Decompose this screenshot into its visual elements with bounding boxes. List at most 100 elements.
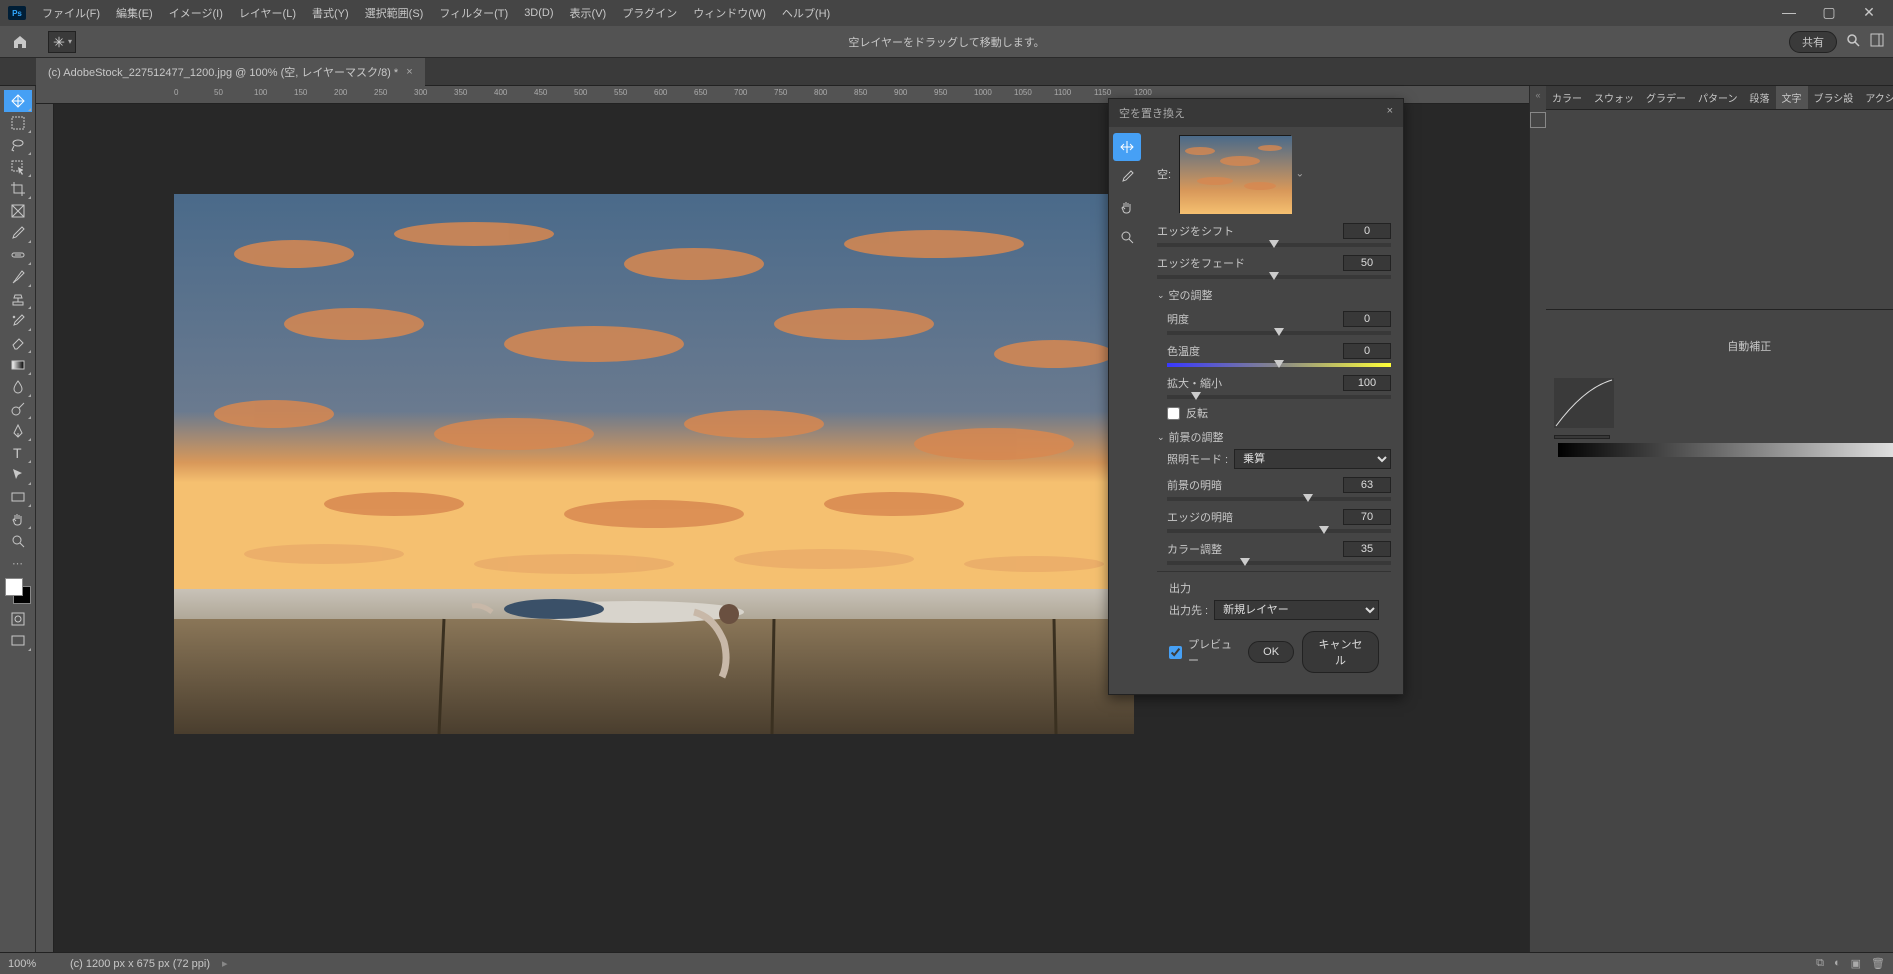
menu-view[interactable]: 表示(V): [562, 1, 615, 25]
flip-checkbox[interactable]: [1167, 407, 1180, 420]
clone-stamp-tool[interactable]: [4, 288, 32, 310]
fade-edge-label: エッジをフェード: [1157, 255, 1245, 271]
document-tab[interactable]: (c) AdobeStock_227512477_1200.jpg @ 100%…: [36, 58, 425, 86]
edit-toolbar[interactable]: ⋯: [4, 552, 32, 574]
tab-swatches[interactable]: スウォッ: [1588, 86, 1640, 109]
lighting-mode-select[interactable]: 乗算: [1234, 449, 1391, 469]
menu-3d[interactable]: 3D(D): [516, 3, 561, 23]
trash-icon[interactable]: 🗑: [1871, 957, 1885, 970]
tab-brush-settings[interactable]: ブラシ設: [1808, 86, 1860, 109]
menu-help[interactable]: ヘルプ(H): [774, 1, 838, 25]
auto-correct-button[interactable]: 自動補正: [1727, 341, 1771, 353]
menu-filter[interactable]: フィルター(T): [431, 1, 516, 25]
link-icon[interactable]: ⧉: [1816, 957, 1824, 970]
tab-color[interactable]: カラー: [1546, 86, 1588, 109]
options-tip: 空レイヤーをドラッグして移動します。: [848, 34, 1044, 50]
gradient-tool[interactable]: [4, 354, 32, 376]
sky-brush-tool[interactable]: [1113, 163, 1141, 191]
home-icon[interactable]: [8, 30, 32, 54]
ok-button[interactable]: OK: [1248, 641, 1294, 663]
dodge-tool[interactable]: [4, 398, 32, 420]
new-icon[interactable]: ▣: [1851, 957, 1861, 970]
frame-tool[interactable]: [4, 200, 32, 222]
history-brush-tool[interactable]: [4, 310, 32, 332]
sky-adjustments-header[interactable]: ⌄空の調整: [1157, 287, 1391, 303]
sky-zoom-tool[interactable]: [1113, 223, 1141, 251]
fg-lighting-input[interactable]: [1343, 477, 1391, 493]
output-to-select[interactable]: 新規レイヤー: [1214, 600, 1379, 620]
menu-window[interactable]: ウィンドウ(W): [685, 1, 774, 25]
share-button[interactable]: 共有: [1789, 31, 1837, 53]
lasso-tool[interactable]: [4, 134, 32, 156]
quick-mask-tool[interactable]: [4, 608, 32, 630]
marquee-tool[interactable]: [4, 112, 32, 134]
dialog-close-icon[interactable]: ×: [1387, 105, 1393, 121]
workspace-icon[interactable]: [1869, 32, 1885, 51]
tool-preset-picker[interactable]: ▾: [48, 31, 76, 53]
tab-paragraph[interactable]: 段落: [1744, 86, 1776, 109]
menu-image[interactable]: イメージ(I): [161, 1, 231, 25]
brush-tool[interactable]: [4, 266, 32, 288]
tab-close-icon[interactable]: ×: [406, 66, 412, 78]
menu-edit[interactable]: 編集(E): [108, 1, 161, 25]
menu-file[interactable]: ファイル(F): [34, 1, 108, 25]
fade-edge-slider[interactable]: [1157, 275, 1391, 279]
menu-plugin[interactable]: プラグイン: [614, 1, 685, 25]
eyedropper-tool[interactable]: [4, 222, 32, 244]
eraser-tool[interactable]: [4, 332, 32, 354]
search-icon[interactable]: [1845, 32, 1861, 51]
tab-actions[interactable]: アクショ: [1859, 86, 1893, 109]
fade-edge-input[interactable]: [1343, 255, 1391, 271]
color-adj-slider[interactable]: [1167, 561, 1391, 565]
foreground-adjustments-header[interactable]: ⌄前景の調整: [1157, 429, 1391, 445]
temperature-slider[interactable]: [1167, 363, 1391, 367]
zoom-tool[interactable]: [4, 530, 32, 552]
sky-preset-picker[interactable]: ⌄: [1179, 135, 1291, 213]
healing-brush-tool[interactable]: [4, 244, 32, 266]
temperature-input[interactable]: [1343, 343, 1391, 359]
fg-lighting-slider[interactable]: [1167, 497, 1391, 501]
menu-type[interactable]: 書式(Y): [304, 1, 357, 25]
tab-character[interactable]: 文字: [1776, 86, 1808, 109]
close-icon[interactable]: ✕: [1849, 0, 1889, 24]
color-swatches[interactable]: [5, 578, 31, 604]
pen-tool[interactable]: [4, 420, 32, 442]
scale-input[interactable]: [1343, 375, 1391, 391]
menu-layer[interactable]: レイヤー(L): [231, 1, 304, 25]
tab-patterns[interactable]: パターン: [1692, 86, 1744, 109]
brightness-slider[interactable]: [1167, 331, 1391, 335]
color-adj-input[interactable]: [1343, 541, 1391, 557]
dialog-titlebar[interactable]: 空を置き換え ×: [1109, 99, 1403, 127]
screen-mode-tool[interactable]: [4, 630, 32, 652]
temperature-label: 色温度: [1167, 343, 1200, 359]
edge-lighting-input[interactable]: [1343, 509, 1391, 525]
shift-edge-slider[interactable]: [1157, 243, 1391, 247]
collapsed-panel-dock[interactable]: «: [1529, 86, 1546, 952]
right-panels: « カラー スウォッ グラデー パターン 段落 文字 ブラシ設 アクショ ブラシ…: [1529, 86, 1893, 952]
sky-move-tool[interactable]: [1113, 133, 1141, 161]
object-select-tool[interactable]: [4, 156, 32, 178]
path-select-tool[interactable]: [4, 464, 32, 486]
edge-lighting-slider[interactable]: [1167, 529, 1391, 533]
foreground-color-swatch[interactable]: [5, 578, 23, 596]
minimize-icon[interactable]: —: [1769, 0, 1809, 24]
blur-tool[interactable]: [4, 376, 32, 398]
cancel-button[interactable]: キャンセル: [1302, 631, 1379, 673]
preview-checkbox[interactable]: [1169, 646, 1182, 659]
maximize-icon[interactable]: ▢: [1809, 0, 1849, 24]
mask-icon[interactable]: ◐: [1834, 957, 1841, 970]
shift-edge-input[interactable]: [1343, 223, 1391, 239]
move-tool[interactable]: [4, 90, 32, 112]
document-info[interactable]: (c) 1200 px x 675 px (72 ppi): [70, 958, 210, 970]
text-tool[interactable]: T: [4, 442, 32, 464]
scale-slider[interactable]: [1167, 395, 1391, 399]
rectangle-tool[interactable]: [4, 486, 32, 508]
canvas-image[interactable]: [174, 194, 1134, 734]
zoom-level[interactable]: 100%: [8, 958, 58, 970]
brightness-input[interactable]: [1343, 311, 1391, 327]
tab-gradients[interactable]: グラデー: [1640, 86, 1692, 109]
sky-hand-tool[interactable]: [1113, 193, 1141, 221]
crop-tool[interactable]: [4, 178, 32, 200]
menu-select[interactable]: 選択範囲(S): [357, 1, 432, 25]
hand-tool[interactable]: [4, 508, 32, 530]
